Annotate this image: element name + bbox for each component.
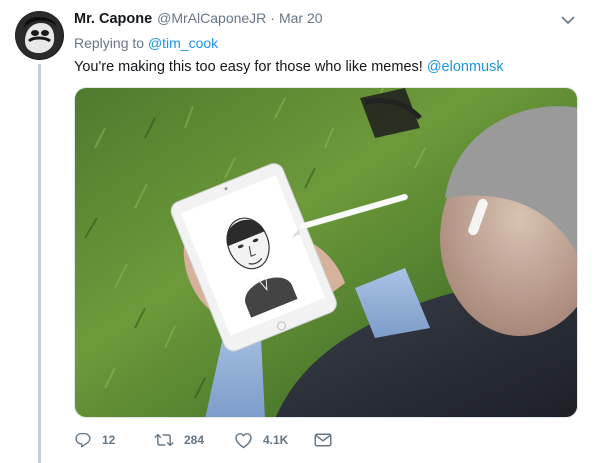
- text-mention[interactable]: @elonmusk: [427, 59, 504, 75]
- retweet-button[interactable]: 284: [154, 431, 234, 449]
- thread-line: [38, 64, 41, 463]
- action-bar: 12 284 4.1K: [74, 428, 332, 452]
- like-button[interactable]: 4.1K: [234, 431, 314, 449]
- reply-icon: [74, 431, 92, 449]
- reply-button[interactable]: 12: [74, 431, 154, 449]
- author-handle[interactable]: @MrAlCaponeJR: [157, 10, 266, 26]
- tweet-photo[interactable]: [74, 87, 578, 418]
- separator-dot: ·: [270, 10, 275, 26]
- replying-to: Replying to @tim_cook: [74, 35, 218, 51]
- reply-to-mention[interactable]: @tim_cook: [148, 35, 218, 51]
- tweet-text-body: You're making this too easy for those wh…: [74, 59, 423, 75]
- reply-count: 12: [102, 433, 116, 447]
- heart-icon: [234, 431, 253, 449]
- tweet-header: Mr. Capone @MrAlCaponeJR · Mar 20: [74, 10, 323, 27]
- chevron-down-icon[interactable]: [560, 12, 576, 28]
- dm-button[interactable]: [314, 432, 332, 448]
- replying-to-label: Replying to: [74, 35, 145, 51]
- avatar-image: [15, 11, 64, 60]
- envelope-icon: [314, 432, 332, 448]
- tweet-date[interactable]: Mar 20: [279, 10, 323, 26]
- tweet-text: You're making this too easy for those wh…: [74, 59, 504, 75]
- like-count: 4.1K: [263, 433, 289, 447]
- author-name[interactable]: Mr. Capone: [74, 11, 152, 27]
- avatar[interactable]: [15, 11, 64, 60]
- retweet-count: 284: [184, 433, 205, 447]
- tweet[interactable]: Mr. Capone @MrAlCaponeJR · Mar 20 Replyi…: [0, 0, 604, 463]
- photo-image: [75, 88, 577, 417]
- retweet-icon: [154, 431, 174, 449]
